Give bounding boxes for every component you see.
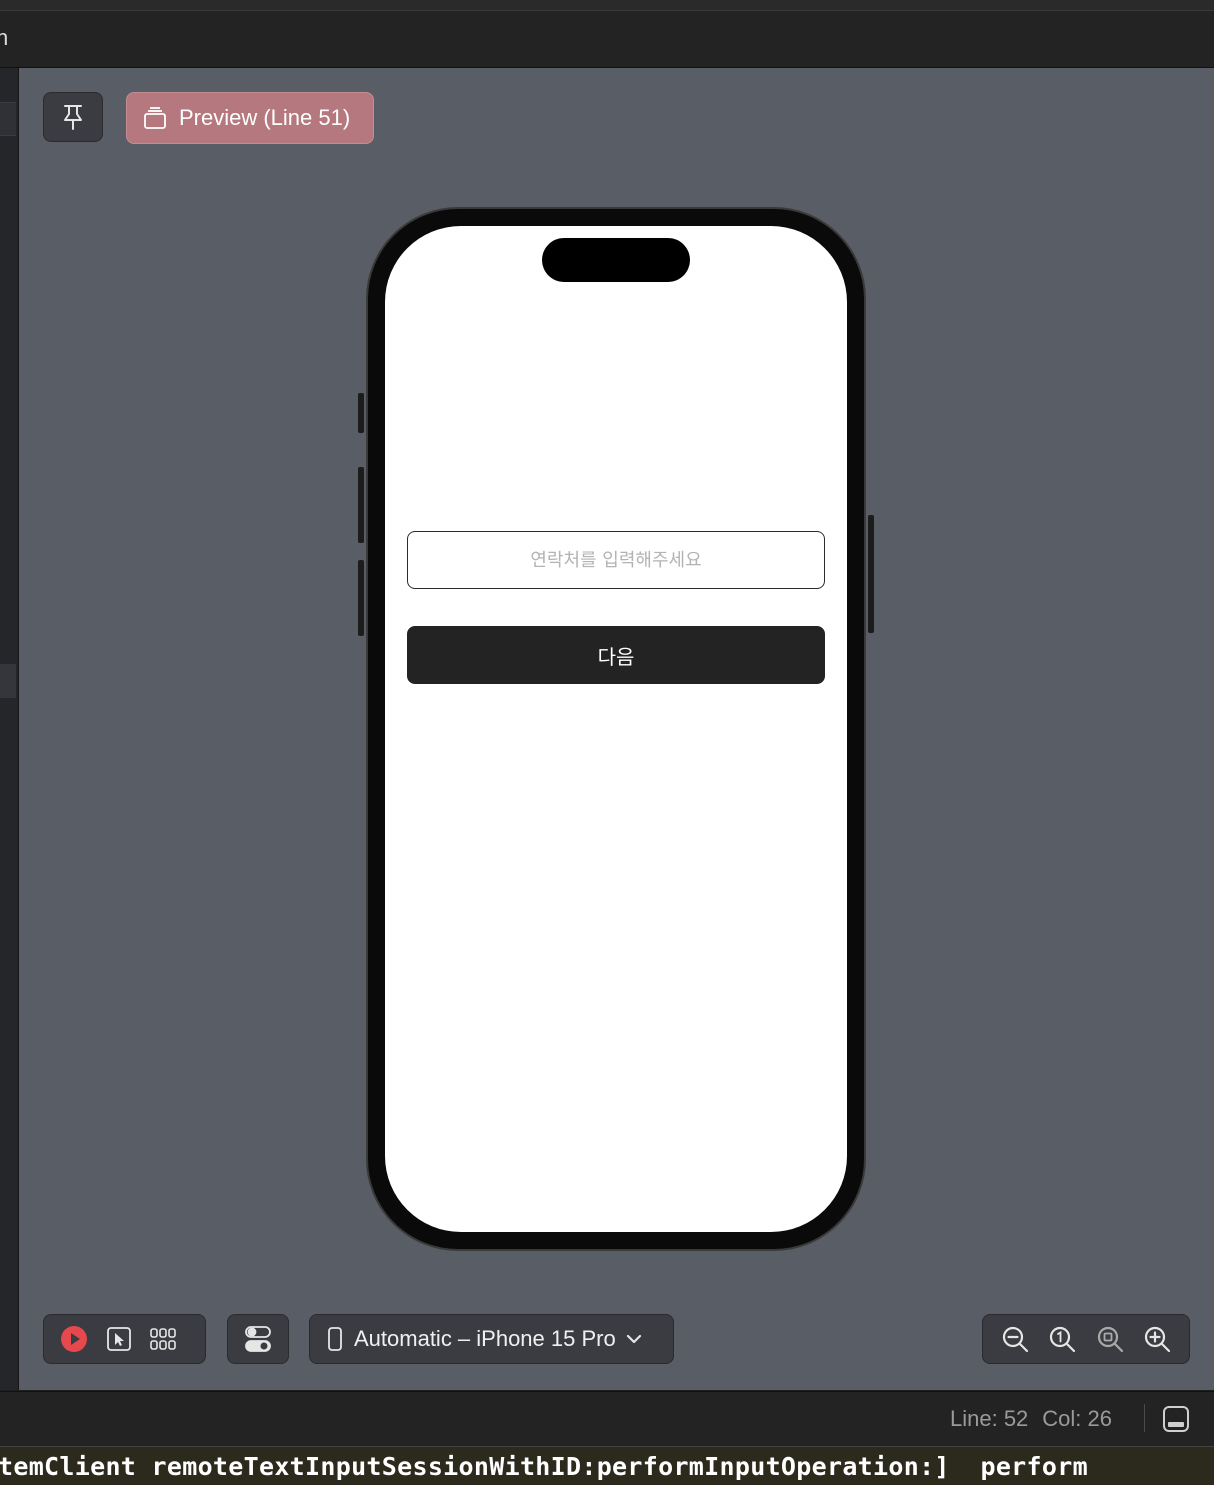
volume-down-button — [358, 560, 364, 636]
variants-grid-icon[interactable] — [150, 1328, 176, 1350]
phone-number-input[interactable] — [407, 531, 825, 589]
iphone-device-frame: 다음 — [358, 207, 874, 1251]
preview-tab-label: Preview (Line 51) — [179, 105, 351, 130]
live-preview-play-icon[interactable] — [60, 1325, 88, 1353]
column-indicator: Col: 26 — [1042, 1406, 1113, 1431]
gutter-marker — [0, 102, 16, 136]
preview-mode-group — [43, 1314, 206, 1364]
top-strip — [0, 0, 1214, 11]
pin-preview-button[interactable] — [43, 92, 103, 142]
zoom-actual-size-icon[interactable] — [1048, 1325, 1076, 1353]
gutter-marker — [0, 664, 16, 698]
device-picker-label: Automatic – iPhone 15 Pro — [354, 1326, 616, 1351]
zoom-out-icon[interactable] — [1001, 1325, 1029, 1353]
volume-up-button — [358, 467, 364, 543]
debug-console: temClient remoteTextInputSessionWithID:p… — [0, 1446, 1214, 1485]
preview-canvas: Preview (Line 51) 다음 — [19, 68, 1214, 1390]
action-button — [358, 393, 364, 433]
cursor-position: Line: 52 Col: 26 — [950, 1406, 1112, 1432]
editor-title-bar: n — [0, 11, 1214, 68]
chevron-down-icon — [626, 1334, 642, 1344]
side-button — [868, 515, 874, 633]
preview-stack-icon — [143, 106, 167, 130]
iphone-icon — [328, 1327, 342, 1351]
console-output-line: temClient remoteTextInputSessionWithID:p… — [0, 1452, 1088, 1481]
editor-gutter — [0, 68, 19, 1390]
zoom-to-fit-icon[interactable] — [1096, 1325, 1124, 1353]
phone-screen: 다음 — [385, 226, 847, 1232]
zoom-in-icon[interactable] — [1143, 1325, 1171, 1353]
pin-icon — [61, 103, 85, 131]
selectable-cursor-icon[interactable] — [106, 1326, 132, 1352]
next-button[interactable]: 다음 — [407, 626, 825, 684]
device-picker[interactable]: Automatic – iPhone 15 Pro — [309, 1314, 674, 1364]
window-title-fragment: n — [0, 25, 9, 50]
device-settings-button[interactable] — [227, 1314, 289, 1364]
preview-tab[interactable]: Preview (Line 51) — [126, 92, 374, 144]
dynamic-island — [542, 238, 690, 282]
line-indicator: Line: 52 — [950, 1406, 1029, 1431]
status-bar: Line: 52 Col: 26 — [0, 1391, 1214, 1447]
zoom-controls — [982, 1314, 1190, 1364]
status-divider — [1144, 1404, 1145, 1432]
toggle-bottom-panel-icon[interactable] — [1162, 1405, 1190, 1433]
device-settings-toggle-icon — [245, 1325, 271, 1353]
